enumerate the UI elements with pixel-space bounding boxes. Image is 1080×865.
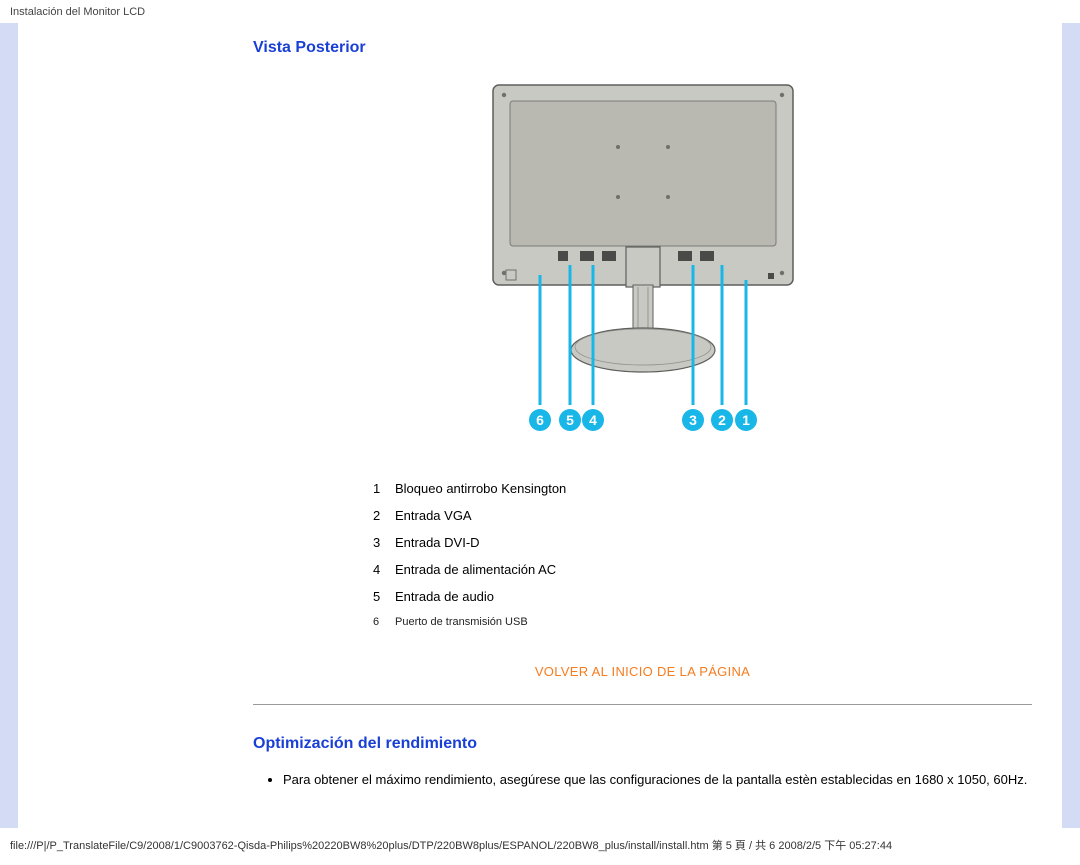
header-text: Instalación del Monitor LCD xyxy=(10,6,145,18)
section-heading-optimization: Optimización del rendimiento xyxy=(253,735,1032,753)
port-list: 1 Bloqueo antirrobo Kensington 2 Entrada… xyxy=(373,475,1032,634)
callout-badge-5: 5 xyxy=(559,409,581,431)
left-spacer xyxy=(18,23,243,828)
svg-text:2: 2 xyxy=(718,412,726,428)
port-row: 4 Entrada de alimentación AC xyxy=(373,556,1032,583)
rear-view-diagram: 6 5 4 3 2 xyxy=(253,75,1032,445)
port-desc: Entrada VGA xyxy=(395,508,1032,523)
callout-badge-1: 1 xyxy=(735,409,757,431)
page-header: Instalación del Monitor LCD xyxy=(0,0,1080,22)
port-number: 6 xyxy=(373,616,395,628)
content: Vista Posterior xyxy=(243,23,1062,828)
svg-text:1: 1 xyxy=(742,412,750,428)
monitor-rear-svg: 6 5 4 3 2 xyxy=(478,75,808,445)
port-row: 5 Entrada de audio xyxy=(373,583,1032,610)
monitor-panel xyxy=(510,101,776,246)
port-number: 3 xyxy=(373,535,395,550)
port-number: 2 xyxy=(373,508,395,523)
svg-text:4: 4 xyxy=(589,412,597,428)
optimization-tips: Para obtener el máximo rendimiento, aseg… xyxy=(283,771,1032,790)
port-desc: Entrada DVI-D xyxy=(395,535,1032,550)
port-slot xyxy=(678,251,692,261)
svg-text:5: 5 xyxy=(566,412,574,428)
port-desc: Entrada de alimentación AC xyxy=(395,562,1032,577)
section-heading-rear-view: Vista Posterior xyxy=(253,39,1032,57)
port-desc: Entrada de audio xyxy=(395,589,1032,604)
port-number: 1 xyxy=(373,481,395,496)
vesa-hole-icon xyxy=(666,195,670,199)
port-desc: Bloqueo antirrobo Kensington xyxy=(395,481,1032,496)
stand-hinge xyxy=(626,247,660,287)
vesa-hole-icon xyxy=(616,195,620,199)
callout-badge-4: 4 xyxy=(582,409,604,431)
callout-badge-6: 6 xyxy=(529,409,551,431)
back-to-top: VOLVER AL INICIO DE LA PÁGINA xyxy=(253,664,1032,679)
vesa-hole-icon xyxy=(666,145,670,149)
callout-badge-3: 3 xyxy=(682,409,704,431)
port-row: 2 Entrada VGA xyxy=(373,502,1032,529)
divider xyxy=(253,704,1032,705)
svg-text:6: 6 xyxy=(536,412,544,428)
stand-neck xyxy=(633,285,653,330)
vesa-hole-icon xyxy=(616,145,620,149)
footer-text: file:///P|/P_TranslateFile/C9/2008/1/C90… xyxy=(10,840,892,852)
page-footer: file:///P|/P_TranslateFile/C9/2008/1/C90… xyxy=(0,828,1080,865)
svg-text:3: 3 xyxy=(689,412,697,428)
port-desc: Puerto de transmisión USB xyxy=(395,616,1032,628)
port-slot xyxy=(700,251,714,261)
page-wrap: Vista Posterior xyxy=(0,22,1080,828)
port-slot xyxy=(580,251,594,261)
port-row: 6 Puerto de transmisión USB xyxy=(373,610,1032,634)
left-rail xyxy=(0,23,18,828)
port-slot xyxy=(602,251,616,261)
tip-item: Para obtener el máximo rendimiento, aseg… xyxy=(283,771,1032,790)
port-slot xyxy=(558,251,568,261)
port-number: 5 xyxy=(373,589,395,604)
back-to-top-link[interactable]: VOLVER AL INICIO DE LA PÁGINA xyxy=(535,664,750,679)
kensington-lock-icon xyxy=(768,273,774,279)
port-row: 3 Entrada DVI-D xyxy=(373,529,1032,556)
callout-badge-2: 2 xyxy=(711,409,733,431)
right-rail xyxy=(1062,23,1080,828)
port-row: 1 Bloqueo antirrobo Kensington xyxy=(373,475,1032,502)
label-icon xyxy=(506,270,516,280)
port-number: 4 xyxy=(373,562,395,577)
